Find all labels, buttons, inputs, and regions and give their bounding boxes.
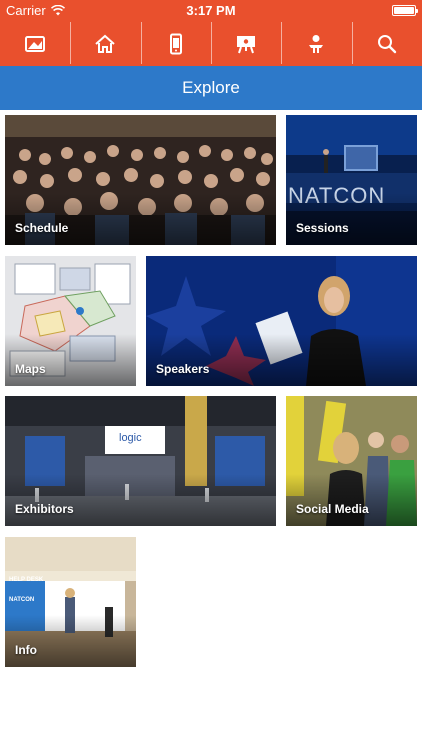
tile-maps[interactable]: Maps — [5, 256, 136, 386]
map-book-icon — [25, 36, 46, 52]
tile-shade — [286, 193, 417, 245]
tile-label-social-media: Social Media — [296, 502, 369, 516]
tile-label-schedule: Schedule — [15, 221, 69, 235]
search-icon — [377, 35, 396, 54]
nav-home-button[interactable] — [70, 22, 140, 66]
page-title: Explore — [0, 66, 422, 110]
exhibitor-banner-text: logic — [119, 432, 142, 444]
tile-shade — [5, 474, 276, 526]
nav-toolbar — [0, 22, 422, 66]
presentation-icon — [237, 36, 256, 54]
tile-label-maps: Maps — [15, 362, 46, 376]
tile-sessions[interactable]: NATCON Sessions — [286, 115, 417, 245]
tile-social-media[interactable]: Social Media — [286, 396, 417, 526]
mobile-icon — [169, 33, 182, 55]
status-time: 3:17 PM — [186, 3, 236, 18]
tile-label-speakers: Speakers — [156, 362, 210, 376]
nav-speaker-button[interactable] — [281, 22, 351, 66]
nav-map-book-button[interactable] — [0, 22, 70, 66]
nav-search-button[interactable] — [351, 22, 422, 66]
counter-banner-text: NATCON — [9, 597, 35, 603]
home-icon — [95, 34, 116, 53]
status-bar: Carrier 3:17 PM — [0, 0, 422, 22]
nav-presentation-button[interactable] — [210, 22, 281, 66]
tile-label-exhibitors: Exhibitors — [15, 502, 74, 516]
battery-icon — [392, 5, 418, 16]
help-desk-sign: HELP DESK — [9, 577, 44, 583]
tile-exhibitors[interactable]: logic Exhibitors — [5, 396, 276, 526]
tile-speakers[interactable]: Speakers — [146, 256, 417, 386]
tile-shade — [146, 334, 417, 386]
tile-shade — [5, 193, 276, 245]
tile-shade — [286, 474, 417, 526]
tile-shade — [5, 615, 136, 667]
tile-label-sessions: Sessions — [296, 221, 349, 235]
tile-info[interactable]: HELP DESK NATCON Info — [5, 537, 136, 667]
nav-mobile-button[interactable] — [140, 22, 211, 66]
tile-schedule[interactable]: Schedule — [5, 115, 276, 245]
speaker-icon — [309, 35, 324, 53]
tile-shade — [5, 334, 136, 386]
tile-label-info: Info — [15, 643, 37, 657]
